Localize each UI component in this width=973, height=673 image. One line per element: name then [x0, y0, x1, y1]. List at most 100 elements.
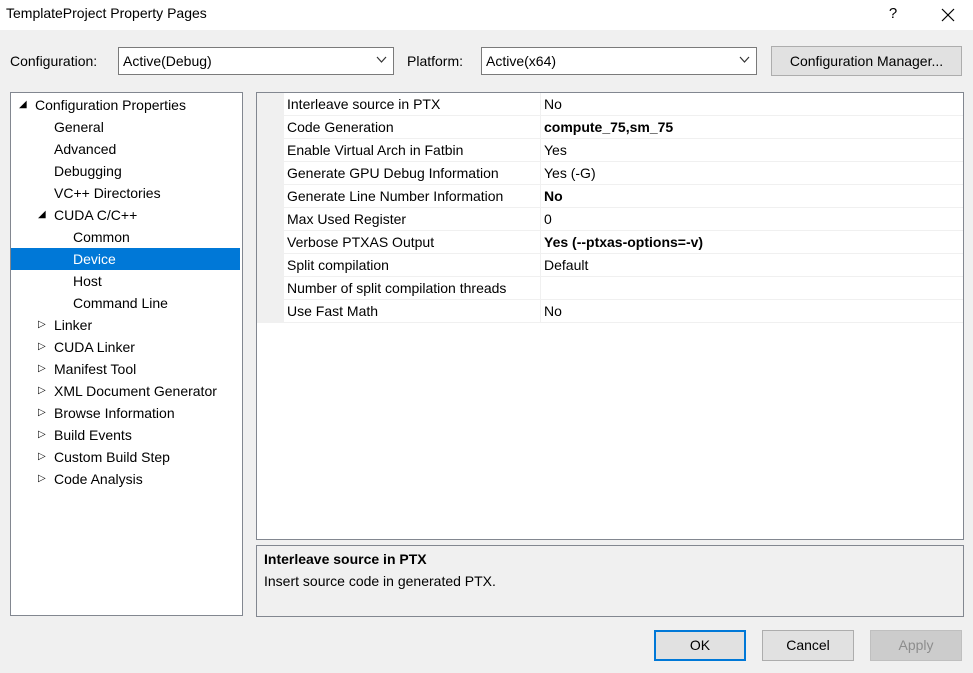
- configuration-manager-button[interactable]: Configuration Manager...: [771, 46, 962, 76]
- column-divider[interactable]: [540, 162, 541, 184]
- tree-item-label: Host: [73, 273, 102, 289]
- property-value[interactable]: No: [544, 96, 562, 112]
- tree-item-label: Build Events: [54, 427, 132, 443]
- property-row[interactable]: Number of split compilation threads: [257, 277, 963, 300]
- column-divider[interactable]: [540, 208, 541, 230]
- tree-item[interactable]: ▷ Manifest Tool: [11, 358, 240, 380]
- ok-button[interactable]: OK: [654, 630, 746, 661]
- column-divider[interactable]: [540, 116, 541, 138]
- column-divider[interactable]: [540, 185, 541, 207]
- property-value[interactable]: No: [544, 303, 562, 319]
- tree-item[interactable]: Device: [11, 248, 240, 270]
- tree-item[interactable]: ▷ Browse Information: [11, 402, 240, 424]
- cancel-button[interactable]: Cancel: [762, 630, 854, 661]
- property-value[interactable]: compute_75,sm_75: [544, 119, 673, 135]
- tree-item-label: Advanced: [54, 141, 117, 157]
- tree-item[interactable]: Command Line: [11, 292, 240, 314]
- tree-item-label: Custom Build Step: [54, 449, 170, 465]
- row-gutter: [257, 231, 284, 253]
- tree-item[interactable]: ▷ Custom Build Step: [11, 446, 240, 468]
- property-row[interactable]: Code Generation compute_75,sm_75: [257, 116, 963, 139]
- property-row[interactable]: Generate GPU Debug Information Yes (-G): [257, 162, 963, 185]
- tree-item[interactable]: ◢ CUDA C/C++: [11, 204, 240, 226]
- collapsed-arrow-icon[interactable]: ▷: [38, 468, 46, 490]
- property-grid[interactable]: Interleave source in PTX No Code Generatio…: [256, 92, 964, 540]
- tree-item-label: Manifest Tool: [54, 361, 137, 377]
- property-name: Generate GPU Debug Information: [287, 165, 499, 181]
- chevron-down-icon: [739, 56, 750, 63]
- description-text: Insert source code in generated PTX.: [264, 573, 496, 589]
- collapsed-arrow-icon[interactable]: ▷: [38, 336, 46, 358]
- tree-item[interactable]: ▷ Build Events: [11, 424, 240, 446]
- tree-item[interactable]: Common: [11, 226, 240, 248]
- configuration-dropdown[interactable]: Active(Debug): [118, 47, 394, 75]
- tree-item[interactable]: ▷ Code Analysis: [11, 468, 240, 490]
- tree-item-label: VC++ Directories: [54, 185, 161, 201]
- tree-item[interactable]: Host: [11, 270, 240, 292]
- property-name: Number of split compilation threads: [287, 280, 507, 296]
- property-name: Interleave source in PTX: [287, 96, 441, 112]
- tree-item[interactable]: VC++ Directories: [11, 182, 240, 204]
- property-value[interactable]: Yes (-G): [544, 165, 596, 181]
- collapsed-arrow-icon[interactable]: ▷: [38, 380, 46, 402]
- property-value[interactable]: No: [544, 188, 563, 204]
- collapsed-arrow-icon[interactable]: ▷: [38, 424, 46, 446]
- tree-item[interactable]: ◢ Configuration Properties: [11, 94, 240, 116]
- tree-item[interactable]: ▷ CUDA Linker: [11, 336, 240, 358]
- column-divider[interactable]: [540, 254, 541, 276]
- property-tree[interactable]: ◢ Configuration Properties General Advanced…: [10, 92, 243, 616]
- column-divider[interactable]: [540, 139, 541, 161]
- platform-dropdown[interactable]: Active(x64): [481, 47, 757, 75]
- property-row[interactable]: Interleave source in PTX No: [257, 93, 963, 116]
- property-value[interactable]: Yes: [544, 142, 567, 158]
- property-row[interactable]: Use Fast Math No: [257, 300, 963, 323]
- tree-item-label: Configuration Properties: [35, 97, 186, 113]
- tree-item-label: CUDA C/C++: [54, 207, 138, 223]
- tree-item-label: Command Line: [73, 295, 168, 311]
- tree-item[interactable]: ▷ XML Document Generator: [11, 380, 240, 402]
- row-gutter: [257, 162, 284, 184]
- collapsed-arrow-icon[interactable]: ▷: [38, 358, 46, 380]
- description-pane: Interleave source in PTX Insert source c…: [256, 545, 964, 617]
- description-title: Interleave source in PTX: [264, 551, 427, 567]
- property-row[interactable]: Max Used Register 0: [257, 208, 963, 231]
- help-button[interactable]: ?: [878, 0, 908, 30]
- tree-item-label: Code Analysis: [54, 471, 143, 487]
- row-gutter: [257, 300, 284, 322]
- collapsed-arrow-icon[interactable]: ▷: [38, 402, 46, 424]
- column-divider[interactable]: [540, 231, 541, 253]
- property-name: Use Fast Math: [287, 303, 379, 319]
- platform-label: Platform:: [407, 53, 464, 69]
- property-row[interactable]: Generate Line Number Information No: [257, 185, 963, 208]
- property-name: Split compilation: [287, 257, 389, 273]
- property-value[interactable]: Yes (--ptxas-options=-v): [544, 234, 703, 250]
- row-gutter: [257, 116, 284, 138]
- configuration-label: Configuration:: [10, 53, 98, 69]
- column-divider[interactable]: [540, 277, 541, 299]
- collapsed-arrow-icon[interactable]: ▷: [38, 446, 46, 468]
- title-bar: TemplateProject Property Pages ?: [0, 0, 973, 30]
- platform-value: Active(x64): [486, 53, 557, 69]
- column-divider[interactable]: [540, 300, 541, 322]
- tree-item[interactable]: General: [11, 116, 240, 138]
- expanded-arrow-icon[interactable]: ◢: [19, 94, 27, 116]
- expanded-arrow-icon[interactable]: ◢: [38, 204, 46, 226]
- tree-item[interactable]: Debugging: [11, 160, 240, 182]
- tree-item-label: Device: [73, 251, 116, 267]
- tree-item[interactable]: Advanced: [11, 138, 240, 160]
- property-row[interactable]: Split compilation Default: [257, 254, 963, 277]
- column-divider[interactable]: [540, 93, 541, 115]
- property-row[interactable]: Enable Virtual Arch in Fatbin Yes: [257, 139, 963, 162]
- tree-item[interactable]: ▷ Linker: [11, 314, 240, 336]
- collapsed-arrow-icon[interactable]: ▷: [38, 314, 46, 336]
- property-value[interactable]: Default: [544, 257, 588, 273]
- close-icon: [941, 8, 955, 22]
- apply-button[interactable]: Apply: [870, 630, 962, 661]
- property-row[interactable]: Verbose PTXAS Output Yes (--ptxas-options…: [257, 231, 963, 254]
- property-value[interactable]: 0: [544, 211, 552, 227]
- window-title: TemplateProject Property Pages: [6, 5, 207, 21]
- tree-item-label: Linker: [54, 317, 93, 333]
- tree-item-label: XML Document Generator: [54, 383, 217, 399]
- row-gutter: [257, 139, 284, 161]
- close-button[interactable]: [930, 0, 966, 30]
